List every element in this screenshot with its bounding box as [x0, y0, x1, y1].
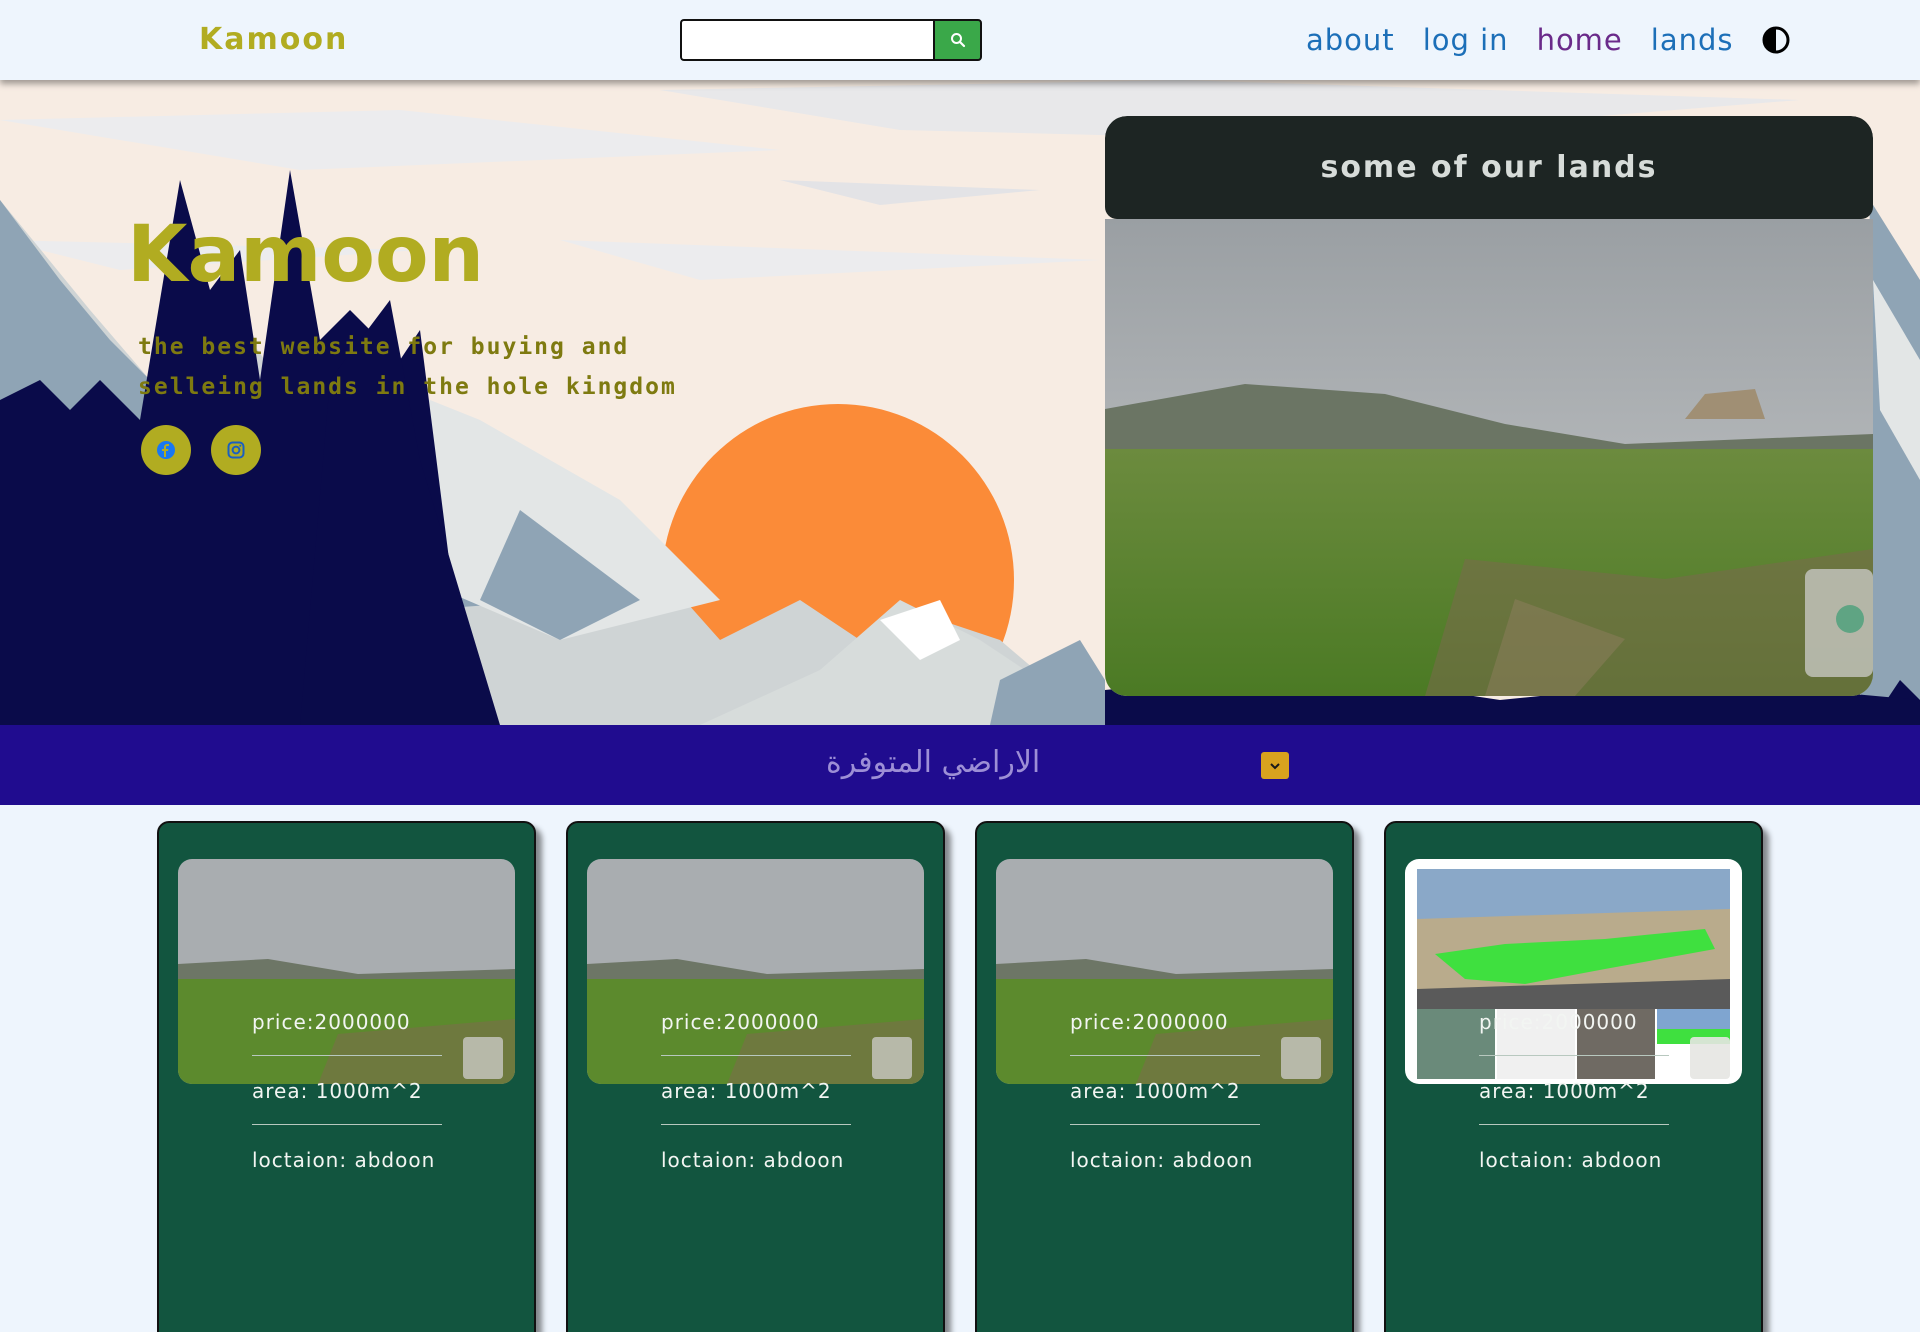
- land-price: price:2000000: [252, 1010, 411, 1034]
- hero-tagline-line1: the best website for buying and: [138, 334, 630, 360]
- hero-tagline: the best website for buying and selleing…: [138, 327, 738, 407]
- land-location: loctaion: abdoon: [1070, 1148, 1254, 1172]
- theme-toggle-icon[interactable]: [1762, 26, 1790, 54]
- land-card-photo[interactable]: [996, 859, 1333, 1084]
- land-card[interactable]: price:2000000 area: 1000m^2 loctaion: ab…: [157, 821, 536, 1332]
- hero-section: Kamoon the best website for buying and s…: [0, 80, 1920, 725]
- land-price: price:2000000: [661, 1010, 820, 1034]
- instagram-button[interactable]: [211, 425, 261, 475]
- land-card[interactable]: price:2000000 area: 1000m^2 loctaion: ab…: [1384, 821, 1763, 1332]
- facebook-icon: [157, 441, 175, 459]
- available-lands-label: الاراضي المتوفرة: [826, 745, 1041, 780]
- search-bar: [680, 19, 982, 61]
- card-divider: [1479, 1124, 1669, 1125]
- instagram-icon: [227, 441, 245, 459]
- brand-logo[interactable]: Kamoon: [199, 22, 348, 57]
- land-card-photo[interactable]: [1405, 859, 1742, 1084]
- land-area: area: 1000m^2: [1070, 1079, 1241, 1103]
- nav-link-about[interactable]: about: [1306, 23, 1395, 57]
- nav-link-home[interactable]: home: [1537, 23, 1623, 57]
- showcase-land-photo[interactable]: [1105, 219, 1873, 696]
- hero-title: Kamoon: [127, 210, 485, 300]
- search-input[interactable]: [680, 19, 933, 61]
- nav-link-lands[interactable]: lands: [1651, 23, 1734, 57]
- lands-dropdown-toggle[interactable]: [1261, 752, 1289, 779]
- card-divider: [252, 1055, 442, 1056]
- land-card-photo[interactable]: [587, 859, 924, 1084]
- lands-filter-bar: الاراضي المتوفرة: [0, 725, 1920, 805]
- search-button[interactable]: [933, 19, 982, 61]
- land-location: loctaion: abdoon: [661, 1148, 845, 1172]
- showcase-title: some of our lands: [1320, 150, 1658, 185]
- hero-tagline-line2: selleing lands in the hole kingdom: [138, 374, 677, 400]
- chevron-down-icon: [1270, 762, 1280, 769]
- card-divider: [661, 1124, 851, 1125]
- search-icon: [950, 33, 965, 48]
- card-divider: [1070, 1055, 1260, 1056]
- land-area: area: 1000m^2: [1479, 1079, 1650, 1103]
- lands-showcase: some of our lands: [1105, 116, 1873, 696]
- land-price: price:2000000: [1070, 1010, 1229, 1034]
- land-price: price:2000000: [1479, 1010, 1638, 1034]
- land-location: loctaion: abdoon: [1479, 1148, 1663, 1172]
- navbar: Kamoon about log in home lands: [0, 0, 1920, 80]
- showcase-header: some of our lands: [1105, 116, 1873, 219]
- card-divider: [661, 1055, 851, 1056]
- nav-links: about log in home lands: [1306, 20, 1790, 60]
- land-card[interactable]: price:2000000 area: 1000m^2 loctaion: ab…: [566, 821, 945, 1332]
- nav-link-login[interactable]: log in: [1423, 23, 1509, 57]
- card-divider: [252, 1124, 442, 1125]
- card-divider: [1479, 1055, 1669, 1056]
- land-area: area: 1000m^2: [252, 1079, 423, 1103]
- land-area: area: 1000m^2: [661, 1079, 832, 1103]
- card-divider: [1070, 1124, 1260, 1125]
- land-card[interactable]: price:2000000 area: 1000m^2 loctaion: ab…: [975, 821, 1354, 1332]
- land-card-photo[interactable]: [178, 859, 515, 1084]
- land-location: loctaion: abdoon: [252, 1148, 436, 1172]
- facebook-button[interactable]: [141, 425, 191, 475]
